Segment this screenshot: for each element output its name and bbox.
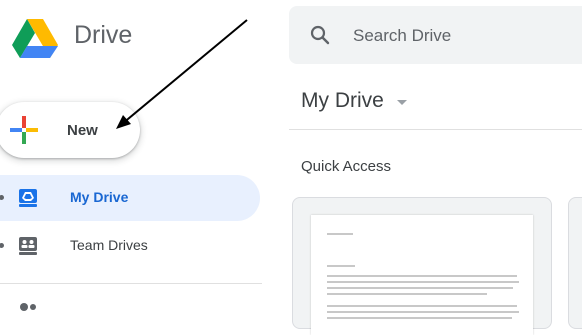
search-input[interactable]: Search Drive [353,26,451,46]
page-title: My Drive [301,89,384,112]
quick-access-card[interactable] [568,197,582,329]
team-drives-icon [19,237,37,255]
expand-dot-icon[interactable] [0,243,4,248]
sidebar-item-team-drives[interactable]: Team Drives [0,223,260,269]
app-name: Drive [74,21,133,49]
header-divider [289,129,582,130]
caret-down-icon [397,100,407,105]
shared-with-me-icon [20,303,36,311]
new-button[interactable]: New [0,102,140,158]
new-button-label: New [67,122,98,139]
search-bar[interactable]: Search Drive [289,6,582,64]
page-title-dropdown[interactable]: My Drive [301,89,407,113]
sidebar: Drive New My Drive Team Drives [0,0,270,311]
google-drive-logo-icon [12,19,58,58]
sidebar-item-label: Team Drives [70,237,148,253]
sidebar-divider [0,283,262,284]
search-icon[interactable] [309,24,331,46]
document-thumbnail [311,215,533,335]
quick-access-card[interactable] [292,197,552,335]
expand-dot-icon[interactable] [0,195,4,200]
plus-icon [10,116,38,144]
sidebar-item-label: My Drive [70,189,129,205]
section-label: Quick Access [301,158,392,175]
sidebar-item-my-drive[interactable]: My Drive [0,175,260,221]
my-drive-icon [19,189,37,207]
